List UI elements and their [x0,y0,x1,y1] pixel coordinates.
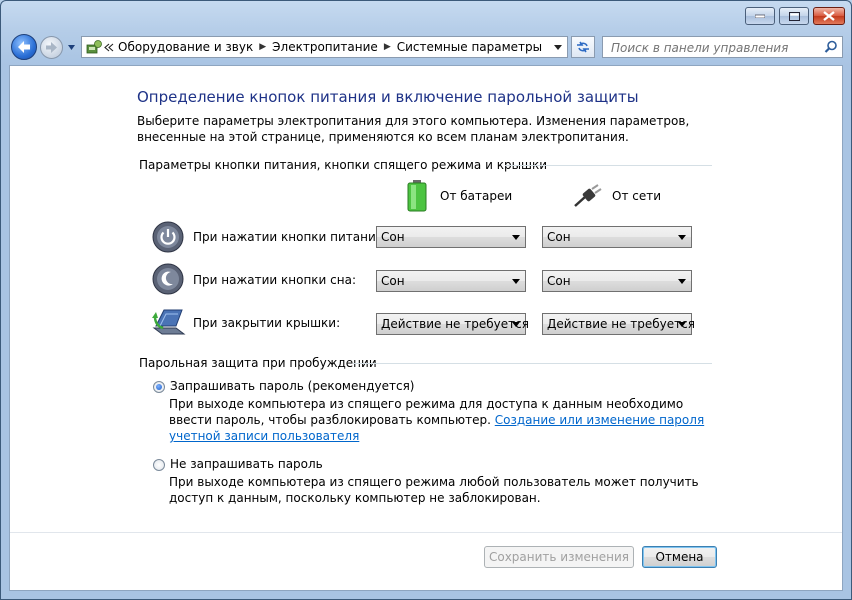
breadcrumb-system-settings[interactable]: Системные параметры [397,40,542,54]
double-chevron-left-icon [104,43,114,52]
select-value: Действие не требуется [381,317,529,331]
forward-button[interactable] [40,36,63,59]
control-panel-icon [86,40,102,54]
no-password-description: При выходе компьютера из спящего режима … [169,475,699,505]
require-password-label[interactable]: Запрашивать пароль (рекомендуется) [170,379,414,393]
address-bar[interactable]: Оборудование и звук ▶ Электропитание ▶ С… [81,36,568,58]
arrow-right-icon [46,42,57,53]
select-value: Сон [381,274,405,288]
sleep-button-label: При нажатии кнопки сна: [193,273,357,287]
group-divider [505,165,712,166]
lid-close-label: При закрытии крышки: [193,316,341,330]
window: Оборудование и звук ▶ Электропитание ▶ С… [0,0,852,600]
power-button-ac-select[interactable]: Сон [542,226,692,248]
group-divider [353,363,712,364]
ac-column-header: От сети [612,189,662,203]
breadcrumb-separator-icon[interactable]: ▶ [259,42,266,52]
battery-icon [407,180,427,212]
close-button[interactable] [813,7,845,25]
page-description: Выберите параметры электропитания для эт… [137,114,690,144]
refresh-icon [577,41,589,53]
minimize-icon [746,8,774,24]
laptop-lid-icon [152,309,186,335]
minimize-button[interactable] [745,7,775,25]
content-panel: Определение кнопок питания и включение п… [9,65,843,591]
chevron-down-icon [512,322,520,327]
chevron-down-icon [512,279,520,284]
lid-close-battery-select[interactable]: Действие не требуется [376,313,529,335]
close-icon [814,8,844,24]
lid-close-ac-select[interactable]: Действие не требуется [542,313,695,335]
power-buttons-group-label: Параметры кнопки питания, кнопки спящего… [139,158,548,172]
footer-divider [10,532,842,533]
search-input[interactable] [609,38,823,58]
require-password-radio[interactable] [153,381,165,393]
search-box [602,36,843,58]
select-value: Сон [547,274,571,288]
password-group-label: Парольная защита при пробуждении [139,356,377,370]
maximize-button[interactable] [779,7,809,25]
address-dropdown-icon[interactable] [551,40,565,54]
back-button[interactable] [11,34,37,60]
select-value: Сон [547,230,571,244]
recent-pages-dropdown-icon[interactable] [67,43,76,52]
cancel-button[interactable]: Отмена [642,546,717,568]
no-password-label[interactable]: Не запрашивать пароль [170,457,323,471]
arrow-left-icon [18,41,30,53]
search-icon[interactable] [824,40,838,54]
chevron-down-icon [678,279,686,284]
power-button-label: При нажатии кнопки питания: [193,230,388,244]
chevron-down-icon [678,322,686,327]
battery-column-header: От батареи [440,189,513,203]
power-plug-icon [574,184,602,207]
breadcrumb-power-options[interactable]: Электропитание [272,40,378,54]
maximize-icon [780,8,808,24]
sleep-button-ac-select[interactable]: Сон [542,270,692,292]
power-button-icon [152,221,184,253]
page-title: Определение кнопок питания и включение п… [137,88,639,106]
refresh-button[interactable] [571,36,595,58]
power-button-battery-select[interactable]: Сон [376,226,526,248]
save-changes-button[interactable]: Сохранить изменения [484,546,634,568]
select-value: Сон [381,230,405,244]
sleep-button-icon [152,263,184,295]
select-value: Действие не требуется [547,317,695,331]
breadcrumb: Оборудование и звук ▶ Электропитание ▶ С… [118,37,542,57]
breadcrumb-hardware-sound[interactable]: Оборудование и звук [118,40,253,54]
require-password-description: При выходе компьютера из спящего режима … [169,396,709,444]
breadcrumb-separator-icon[interactable]: ▶ [384,42,391,52]
sleep-button-battery-select[interactable]: Сон [376,270,526,292]
chevron-down-icon [512,235,520,240]
no-password-radio[interactable] [153,459,165,471]
chevron-down-icon [678,235,686,240]
